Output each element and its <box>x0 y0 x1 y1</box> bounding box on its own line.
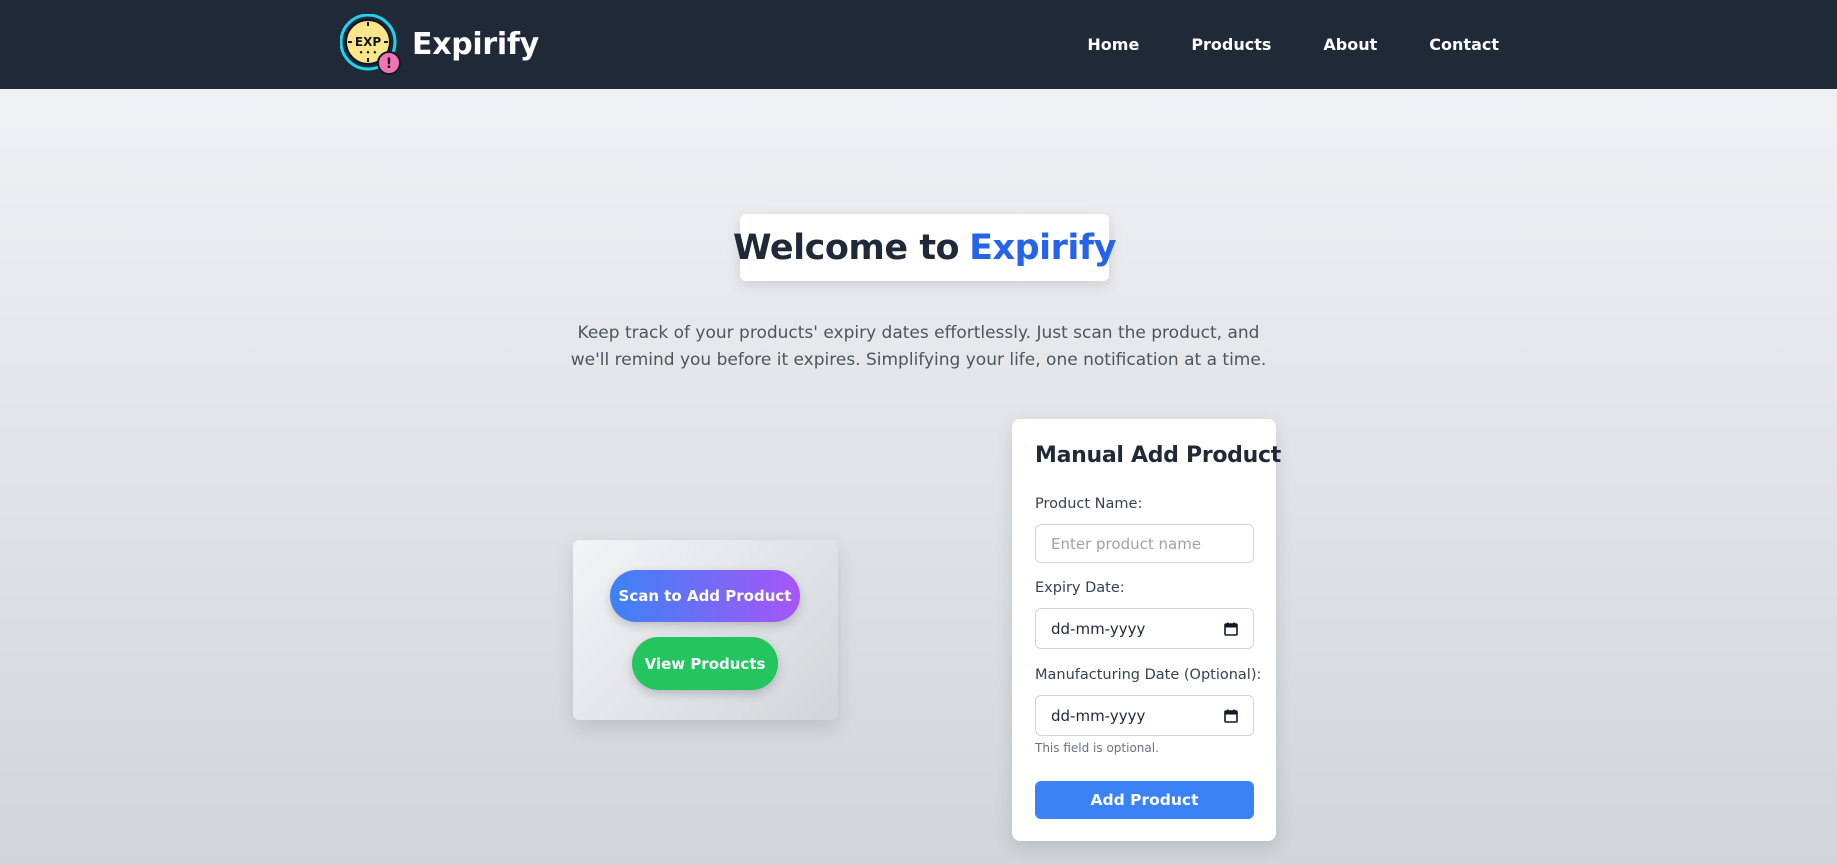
expiry-date-value: dd-mm-yyyy <box>1051 619 1146 638</box>
expiry-date-input[interactable]: dd-mm-yyyy <box>1035 608 1254 649</box>
action-card: Scan to Add Product View Products <box>573 540 838 720</box>
hero-title-accent: Expirify <box>969 227 1116 268</box>
alert-icon: ! <box>377 51 401 75</box>
product-name-label: Product Name: <box>1035 496 1143 512</box>
navbar: EXP • • • ! Expirify Home Products About… <box>0 0 1837 89</box>
form-title: Manual Add Product <box>1035 443 1281 468</box>
manual-add-form: Manual Add Product Product Name: Enter p… <box>1012 419 1281 841</box>
hero-title-lead: Welcome to <box>733 227 960 268</box>
nav-about[interactable]: About <box>1297 35 1403 54</box>
calendar-icon[interactable] <box>1224 622 1238 636</box>
logo-text: EXP <box>355 35 381 49</box>
scan-to-add-button[interactable]: Scan to Add Product <box>610 570 800 622</box>
view-products-button[interactable]: View Products <box>632 637 778 690</box>
hero-title-card: Welcome to Expirify <box>733 214 1116 281</box>
product-name-input[interactable]: Enter product name <box>1035 524 1254 563</box>
brand[interactable]: EXP • • • ! Expirify <box>339 13 539 75</box>
nav-products[interactable]: Products <box>1165 35 1297 54</box>
main-nav: Home Products About Contact <box>1061 0 1499 89</box>
nav-home[interactable]: Home <box>1061 35 1165 54</box>
manufacturing-date-value: dd-mm-yyyy <box>1051 706 1146 725</box>
manufacturing-date-label: Manufacturing Date (Optional): <box>1035 667 1262 683</box>
nav-contact[interactable]: Contact <box>1403 35 1499 54</box>
svg-text:• • •: • • • <box>359 49 377 57</box>
expiry-clock-icon: EXP • • • ! <box>339 13 401 75</box>
brand-name: Expirify <box>412 26 539 62</box>
product-name-placeholder: Enter product name <box>1051 534 1202 553</box>
expiry-date-label: Expiry Date: <box>1035 580 1125 596</box>
svg-text:!: ! <box>386 56 392 72</box>
add-product-button[interactable]: Add Product <box>1035 781 1254 819</box>
optional-hint: This field is optional. <box>1035 741 1159 755</box>
manufacturing-date-input[interactable]: dd-mm-yyyy <box>1035 695 1254 736</box>
hero-subtitle: Keep track of your products' expiry date… <box>570 323 1267 370</box>
calendar-icon[interactable] <box>1224 709 1238 723</box>
